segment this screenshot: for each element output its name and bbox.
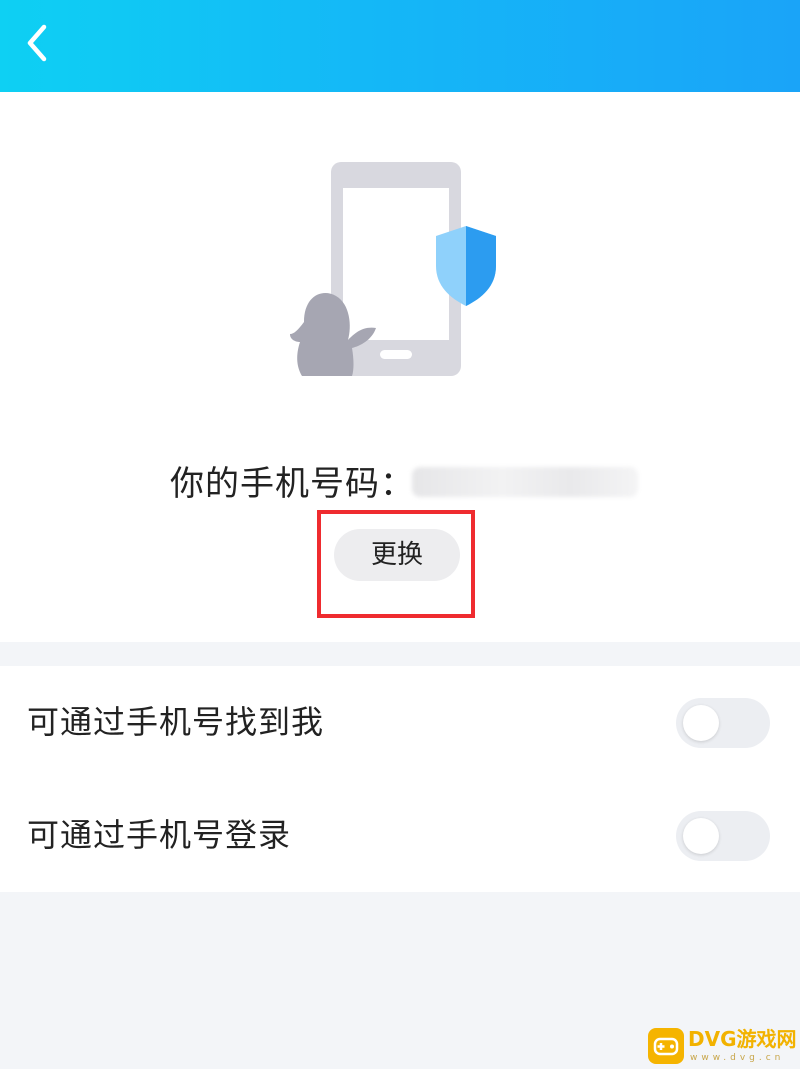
setting-row-login-by-phone[interactable]: 可通过手机号登录 [0,779,800,892]
setting-label-login-by-phone: 可通过手机号登录 [27,816,292,854]
toggle-knob [683,705,719,741]
setting-label-find-by-phone: 可通过手机号找到我 [27,703,325,741]
back-button[interactable] [18,18,62,68]
gamepad-icon [648,1028,684,1064]
app-header [0,0,800,92]
toggle-login-by-phone[interactable] [676,811,770,861]
toggle-find-by-phone[interactable] [676,698,770,748]
toggle-knob [683,818,719,854]
phone-number-label: 你的手机号码： [170,464,415,504]
phone-settings-list: 可通过手机号找到我 可通过手机号登录 [0,666,800,892]
phone-number-value [412,467,638,497]
setting-row-find-by-phone[interactable]: 可通过手机号找到我 [0,666,800,779]
chevron-left-icon [27,24,47,62]
watermark-brand: DVG游戏网 [688,1027,797,1051]
phone-security-illustration [290,160,510,390]
watermark-url: www.dvg.cn [690,1053,785,1063]
highlight-annotation-box [317,510,475,618]
site-watermark: DVG游戏网 www.dvg.cn [648,1028,798,1068]
